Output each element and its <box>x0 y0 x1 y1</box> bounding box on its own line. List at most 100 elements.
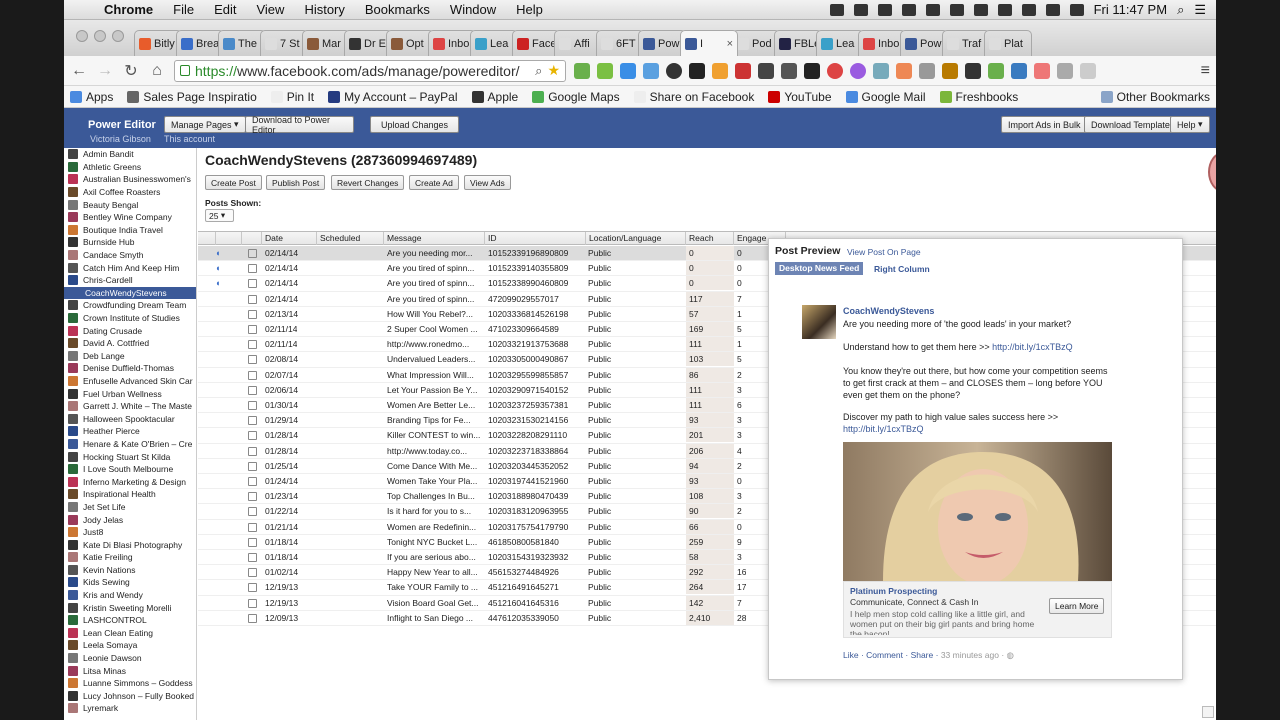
menu-app-name[interactable]: Chrome <box>94 2 163 17</box>
download-button[interactable]: Download to Power Editor <box>245 115 354 135</box>
menu-bookmarks[interactable]: Bookmarks <box>355 2 440 17</box>
browser-tab[interactable]: Affi <box>554 30 602 56</box>
col-status[interactable] <box>198 232 216 245</box>
extension-icon[interactable] <box>758 62 774 79</box>
extension-icon[interactable] <box>1080 62 1096 79</box>
browser-tab[interactable]: Inbo <box>428 30 476 56</box>
extension-icon[interactable] <box>919 62 935 79</box>
menu-file[interactable]: File <box>163 2 204 17</box>
menu-view[interactable]: View <box>246 2 294 17</box>
menu-window[interactable]: Window <box>440 2 506 17</box>
post-link-2[interactable]: http://bit.ly/1cxTBzQ <box>843 424 924 434</box>
extension-icon[interactable] <box>1011 62 1027 79</box>
sidebar-account-item[interactable]: Deb Lange <box>64 350 196 363</box>
like-link[interactable]: Like <box>843 650 859 660</box>
bookmark-item[interactable]: Share on Facebook <box>633 90 754 104</box>
browser-tab[interactable]: Pod <box>732 30 780 56</box>
learn-more-button[interactable]: Learn More <box>1049 598 1105 614</box>
browser-tab[interactable]: The <box>218 30 266 56</box>
sidebar-account-item[interactable]: Kevin Nations <box>64 564 196 577</box>
extension-icon[interactable] <box>597 62 613 79</box>
forward-arrow-icon[interactable]: → <box>96 62 114 80</box>
extension-icon[interactable] <box>873 62 889 79</box>
upload-changes-button[interactable]: Upload Changes <box>370 116 459 133</box>
bookmark-item[interactable]: Freshbooks <box>939 90 1018 104</box>
sidebar-account-item[interactable]: LASHCONTROL <box>64 614 196 627</box>
bookmark-item[interactable]: Sales Page Inspiratio <box>127 90 257 104</box>
bookmark-item[interactable]: Google Maps <box>532 90 620 104</box>
bookmark-item[interactable]: Google Mail <box>845 90 926 104</box>
browser-tab[interactable]: Pow <box>900 30 948 56</box>
sidebar-account-item[interactable]: Fuel Urban Wellness <box>64 387 196 400</box>
extension-icon[interactable] <box>712 62 728 79</box>
sidebar-account-item[interactable]: Halloween Spooktacular <box>64 412 196 425</box>
tab-right-column[interactable]: Right Column <box>874 264 930 274</box>
sidebar-account-item[interactable]: Dating Crusade <box>64 324 196 337</box>
browser-tab[interactable]: Lea <box>816 30 864 56</box>
sidebar-account-item[interactable]: Just8 <box>64 526 196 539</box>
browser-tab[interactable]: Dr E <box>344 30 392 56</box>
sidebar-account-item[interactable]: Australian Businesswomen's <box>64 173 196 186</box>
sidebar-account-item[interactable]: Kate Di Blasi Photography <box>64 538 196 551</box>
col-reach[interactable]: Reach <box>686 232 734 245</box>
browser-tab[interactable]: Opt <box>386 30 434 56</box>
browser-tab[interactable]: FBLe <box>774 30 822 56</box>
sidebar-account-item[interactable]: Denise Duffield-Thomas <box>64 362 196 375</box>
extension-icon[interactable] <box>666 62 682 79</box>
sidebar-account-item[interactable]: Jody Jelas <box>64 513 196 526</box>
view-post-link[interactable]: View Post On Page <box>847 247 921 257</box>
status-bluetooth-icon[interactable] <box>997 3 1012 16</box>
browser-tab[interactable]: Inbo <box>858 30 906 56</box>
extension-icon[interactable] <box>689 62 705 79</box>
status-airplay-icon[interactable] <box>949 3 964 16</box>
extension-icon[interactable] <box>735 62 751 79</box>
sidebar-account-item[interactable]: Kristin Sweeting Morelli <box>64 601 196 614</box>
notification-center-icon[interactable]: ☰ <box>1194 2 1206 18</box>
sidebar-account-item[interactable]: CoachWendyStevens <box>64 286 196 300</box>
col-message[interactable]: Message <box>384 232 485 245</box>
col-flag[interactable] <box>216 232 242 245</box>
manage-pages-button[interactable]: Manage Pages ▾ <box>164 116 246 133</box>
address-bar[interactable]: https://www.facebook.com/ads/manage/powe… <box>174 59 566 82</box>
sidebar-account-item[interactable]: Leonie Dawson <box>64 652 196 665</box>
reload-icon[interactable]: ↻ <box>122 61 140 81</box>
browser-tab[interactable]: Brea <box>176 30 224 56</box>
status-wifi-icon[interactable] <box>1021 3 1036 16</box>
clock[interactable]: Fri 11:47 PM <box>1094 2 1167 17</box>
extension-icon[interactable] <box>643 62 659 79</box>
sidebar-account-item[interactable]: Kris and Wendy <box>64 589 196 602</box>
extension-icon[interactable] <box>850 62 866 79</box>
sidebar-account-item[interactable]: Katie Freiling <box>64 551 196 564</box>
view-ads-button[interactable]: View Ads <box>464 175 511 190</box>
sidebar-account-item[interactable]: Crowdfunding Dream Team <box>64 299 196 312</box>
sidebar-account-item[interactable]: Catch Him And Keep Him <box>64 261 196 274</box>
revert-changes-button[interactable]: Revert Changes <box>331 175 405 190</box>
sidebar-account-item[interactable]: Jet Set Life <box>64 501 196 514</box>
col-date[interactable]: Date <box>262 232 317 245</box>
status-evernote-icon[interactable] <box>925 3 940 16</box>
sidebar-account-item[interactable]: Inferno Marketing & Design <box>64 475 196 488</box>
browser-tab[interactable]: 7 St <box>260 30 308 56</box>
browser-tab[interactable]: Traf <box>942 30 990 56</box>
back-arrow-icon[interactable]: ← <box>70 62 88 80</box>
sidebar-account-item[interactable]: Athletic Greens <box>64 161 196 174</box>
sidebar-account-item[interactable]: Inspirational Health <box>64 488 196 501</box>
resize-handle[interactable] <box>1202 706 1214 718</box>
sidebar-account-item[interactable]: Kids Sewing <box>64 576 196 589</box>
ad-image[interactable] <box>843 442 1112 581</box>
other-bookmarks[interactable]: Other Bookmarks <box>1100 90 1210 104</box>
status-volume-icon[interactable] <box>1045 3 1060 16</box>
close-tab-icon[interactable]: × <box>727 38 733 50</box>
menu-help[interactable]: Help <box>506 2 553 17</box>
extension-icon[interactable] <box>896 62 912 79</box>
status-battery-icon[interactable] <box>1069 3 1084 16</box>
sidebar-account-item[interactable]: Burnside Hub <box>64 236 196 249</box>
bookmark-item[interactable]: My Account – PayPal <box>328 90 458 104</box>
sidebar-account-item[interactable]: David A. Cottfried <box>64 337 196 350</box>
bookmark-item[interactable]: Pin It <box>270 90 314 104</box>
status-camera-icon[interactable] <box>853 3 868 16</box>
col-type[interactable] <box>242 232 262 245</box>
bookmark-item[interactable]: YouTube <box>768 90 832 104</box>
browser-tab[interactable]: Mar <box>302 30 350 56</box>
bookmark-star-icon[interactable]: ★ <box>547 62 560 79</box>
